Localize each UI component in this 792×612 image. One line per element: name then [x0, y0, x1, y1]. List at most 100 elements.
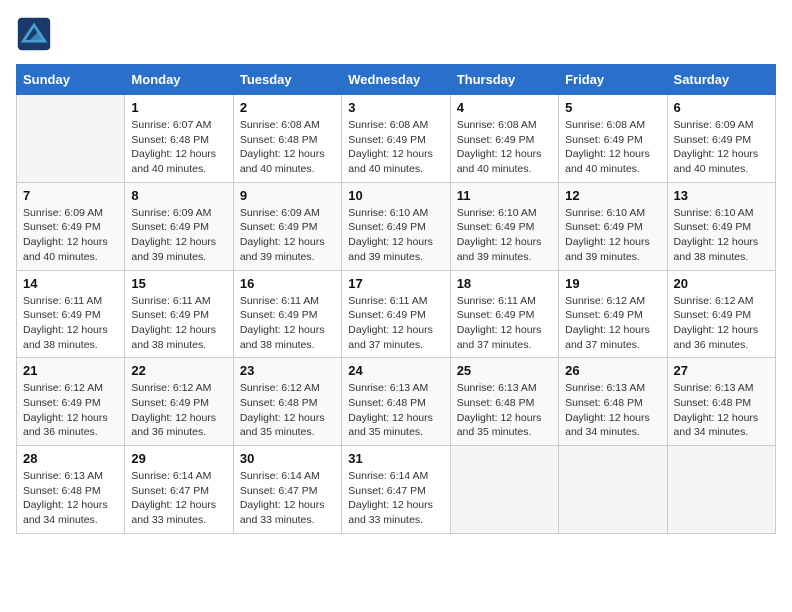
calendar-header-row: SundayMondayTuesdayWednesdayThursdayFrid…: [17, 65, 776, 95]
calendar-cell: 4Sunrise: 6:08 AM Sunset: 6:49 PM Daylig…: [450, 95, 558, 183]
day-info: Sunrise: 6:11 AM Sunset: 6:49 PM Dayligh…: [457, 294, 552, 353]
day-number: 28: [23, 451, 118, 466]
day-number: 19: [565, 276, 660, 291]
calendar-cell: 12 Sunrise: 6:10 AM Sunset: 6:49 PM Dayli…: [559, 182, 667, 270]
calendar-cell: 11 Sunrise: 6:10 AM Sunset: 6:49 PM Dayli…: [450, 182, 558, 270]
logo: [16, 16, 56, 52]
day-info: Sunrise: 6:07 AM Sunset: 6:48 PM Dayligh…: [131, 118, 226, 177]
day-info: Sunrise: 6:10 AM Sunset: 6:49 PM Dayligh…: [565, 206, 660, 265]
day-number: 22: [131, 363, 226, 378]
calendar-cell: 15 Sunrise: 6:11 AM Sunset: 6:49 PM Dayli…: [125, 270, 233, 358]
day-info: Sunrise: 6:10 AM Sunset: 6:49 PM Dayligh…: [348, 206, 443, 265]
calendar-cell: 2 Sunrise: 6:08 AM Sunset: 6:48 PM Daylig…: [233, 95, 341, 183]
day-number: 7: [23, 188, 118, 203]
calendar-cell: [17, 95, 125, 183]
day-number: 12: [565, 188, 660, 203]
calendar-cell: [559, 446, 667, 534]
day-number: 31: [348, 451, 443, 466]
day-number: 2: [240, 100, 335, 115]
calendar-cell: 23Sunrise: 6:12 AM Sunset: 6:48 PM Dayli…: [233, 358, 341, 446]
day-info: Sunrise: 6:08 AM Sunset: 6:49 PM Dayligh…: [565, 118, 660, 177]
day-number: 24: [348, 363, 443, 378]
calendar-cell: 10Sunrise: 6:10 AM Sunset: 6:49 PM Dayli…: [342, 182, 450, 270]
day-info: Sunrise: 6:13 AM Sunset: 6:48 PM Dayligh…: [565, 381, 660, 440]
calendar-cell: 7 Sunrise: 6:09 AM Sunset: 6:49 PM Daylig…: [17, 182, 125, 270]
calendar-week-row: 21 Sunrise: 6:12 AM Sunset: 6:49 PM Dayli…: [17, 358, 776, 446]
calendar-cell: 26Sunrise: 6:13 AM Sunset: 6:48 PM Dayli…: [559, 358, 667, 446]
day-number: 11: [457, 188, 552, 203]
day-info: Sunrise: 6:08 AM Sunset: 6:49 PM Dayligh…: [348, 118, 443, 177]
calendar-cell: 30 Sunrise: 6:14 AM Sunset: 6:47 PM Dayli…: [233, 446, 341, 534]
day-info: Sunrise: 6:09 AM Sunset: 6:49 PM Dayligh…: [131, 206, 226, 265]
calendar-cell: 6Sunrise: 6:09 AM Sunset: 6:49 PM Daylig…: [667, 95, 775, 183]
weekday-header: Tuesday: [233, 65, 341, 95]
day-number: 16: [240, 276, 335, 291]
calendar-cell: 22 Sunrise: 6:12 AM Sunset: 6:49 PM Dayli…: [125, 358, 233, 446]
day-number: 5: [565, 100, 660, 115]
calendar-cell: 13Sunrise: 6:10 AM Sunset: 6:49 PM Dayli…: [667, 182, 775, 270]
calendar-cell: 1 Sunrise: 6:07 AM Sunset: 6:48 PM Daylig…: [125, 95, 233, 183]
calendar-cell: 29 Sunrise: 6:14 AM Sunset: 6:47 PM Dayli…: [125, 446, 233, 534]
day-info: Sunrise: 6:08 AM Sunset: 6:49 PM Dayligh…: [457, 118, 552, 177]
calendar-cell: 19 Sunrise: 6:12 AM Sunset: 6:49 PM Dayli…: [559, 270, 667, 358]
day-number: 9: [240, 188, 335, 203]
calendar-cell: 9Sunrise: 6:09 AM Sunset: 6:49 PM Daylig…: [233, 182, 341, 270]
logo-icon: [16, 16, 52, 52]
day-number: 27: [674, 363, 769, 378]
calendar-cell: 20 Sunrise: 6:12 AM Sunset: 6:49 PM Dayli…: [667, 270, 775, 358]
calendar-week-row: 7 Sunrise: 6:09 AM Sunset: 6:49 PM Daylig…: [17, 182, 776, 270]
day-info: Sunrise: 6:11 AM Sunset: 6:49 PM Dayligh…: [240, 294, 335, 353]
calendar-cell: 3 Sunrise: 6:08 AM Sunset: 6:49 PM Daylig…: [342, 95, 450, 183]
day-info: Sunrise: 6:13 AM Sunset: 6:48 PM Dayligh…: [348, 381, 443, 440]
day-info: Sunrise: 6:12 AM Sunset: 6:48 PM Dayligh…: [240, 381, 335, 440]
calendar-cell: 31 Sunrise: 6:14 AM Sunset: 6:47 PM Dayli…: [342, 446, 450, 534]
day-info: Sunrise: 6:12 AM Sunset: 6:49 PM Dayligh…: [23, 381, 118, 440]
calendar-week-row: 28 Sunrise: 6:13 AM Sunset: 6:48 PM Dayli…: [17, 446, 776, 534]
day-info: Sunrise: 6:12 AM Sunset: 6:49 PM Dayligh…: [565, 294, 660, 353]
day-number: 25: [457, 363, 552, 378]
day-number: 13: [674, 188, 769, 203]
day-number: 21: [23, 363, 118, 378]
day-number: 29: [131, 451, 226, 466]
day-info: Sunrise: 6:10 AM Sunset: 6:49 PM Dayligh…: [457, 206, 552, 265]
calendar-cell: 8 Sunrise: 6:09 AM Sunset: 6:49 PM Daylig…: [125, 182, 233, 270]
calendar-cell: 28 Sunrise: 6:13 AM Sunset: 6:48 PM Dayli…: [17, 446, 125, 534]
weekday-header: Wednesday: [342, 65, 450, 95]
day-number: 30: [240, 451, 335, 466]
weekday-header: Friday: [559, 65, 667, 95]
day-info: Sunrise: 6:13 AM Sunset: 6:48 PM Dayligh…: [457, 381, 552, 440]
weekday-header: Sunday: [17, 65, 125, 95]
day-info: Sunrise: 6:09 AM Sunset: 6:49 PM Dayligh…: [674, 118, 769, 177]
day-info: Sunrise: 6:12 AM Sunset: 6:49 PM Dayligh…: [674, 294, 769, 353]
day-info: Sunrise: 6:08 AM Sunset: 6:48 PM Dayligh…: [240, 118, 335, 177]
calendar-cell: [667, 446, 775, 534]
day-info: Sunrise: 6:14 AM Sunset: 6:47 PM Dayligh…: [348, 469, 443, 528]
calendar-cell: 24 Sunrise: 6:13 AM Sunset: 6:48 PM Dayli…: [342, 358, 450, 446]
day-info: Sunrise: 6:12 AM Sunset: 6:49 PM Dayligh…: [131, 381, 226, 440]
day-number: 8: [131, 188, 226, 203]
day-number: 18: [457, 276, 552, 291]
calendar-cell: 14Sunrise: 6:11 AM Sunset: 6:49 PM Dayli…: [17, 270, 125, 358]
day-info: Sunrise: 6:11 AM Sunset: 6:49 PM Dayligh…: [23, 294, 118, 353]
day-info: Sunrise: 6:11 AM Sunset: 6:49 PM Dayligh…: [131, 294, 226, 353]
calendar-table: SundayMondayTuesdayWednesdayThursdayFrid…: [16, 64, 776, 534]
day-number: 17: [348, 276, 443, 291]
calendar-week-row: 1 Sunrise: 6:07 AM Sunset: 6:48 PM Daylig…: [17, 95, 776, 183]
day-number: 20: [674, 276, 769, 291]
calendar-cell: 16 Sunrise: 6:11 AM Sunset: 6:49 PM Dayli…: [233, 270, 341, 358]
day-number: 1: [131, 100, 226, 115]
day-info: Sunrise: 6:14 AM Sunset: 6:47 PM Dayligh…: [131, 469, 226, 528]
weekday-header: Monday: [125, 65, 233, 95]
page-header: [16, 16, 776, 52]
day-number: 3: [348, 100, 443, 115]
calendar-cell: [450, 446, 558, 534]
day-info: Sunrise: 6:13 AM Sunset: 6:48 PM Dayligh…: [23, 469, 118, 528]
calendar-cell: 17Sunrise: 6:11 AM Sunset: 6:49 PM Dayli…: [342, 270, 450, 358]
weekday-header: Saturday: [667, 65, 775, 95]
day-info: Sunrise: 6:14 AM Sunset: 6:47 PM Dayligh…: [240, 469, 335, 528]
calendar-cell: 5 Sunrise: 6:08 AM Sunset: 6:49 PM Daylig…: [559, 95, 667, 183]
day-number: 15: [131, 276, 226, 291]
day-info: Sunrise: 6:09 AM Sunset: 6:49 PM Dayligh…: [23, 206, 118, 265]
calendar-cell: 25 Sunrise: 6:13 AM Sunset: 6:48 PM Dayli…: [450, 358, 558, 446]
calendar-cell: 18 Sunrise: 6:11 AM Sunset: 6:49 PM Dayli…: [450, 270, 558, 358]
